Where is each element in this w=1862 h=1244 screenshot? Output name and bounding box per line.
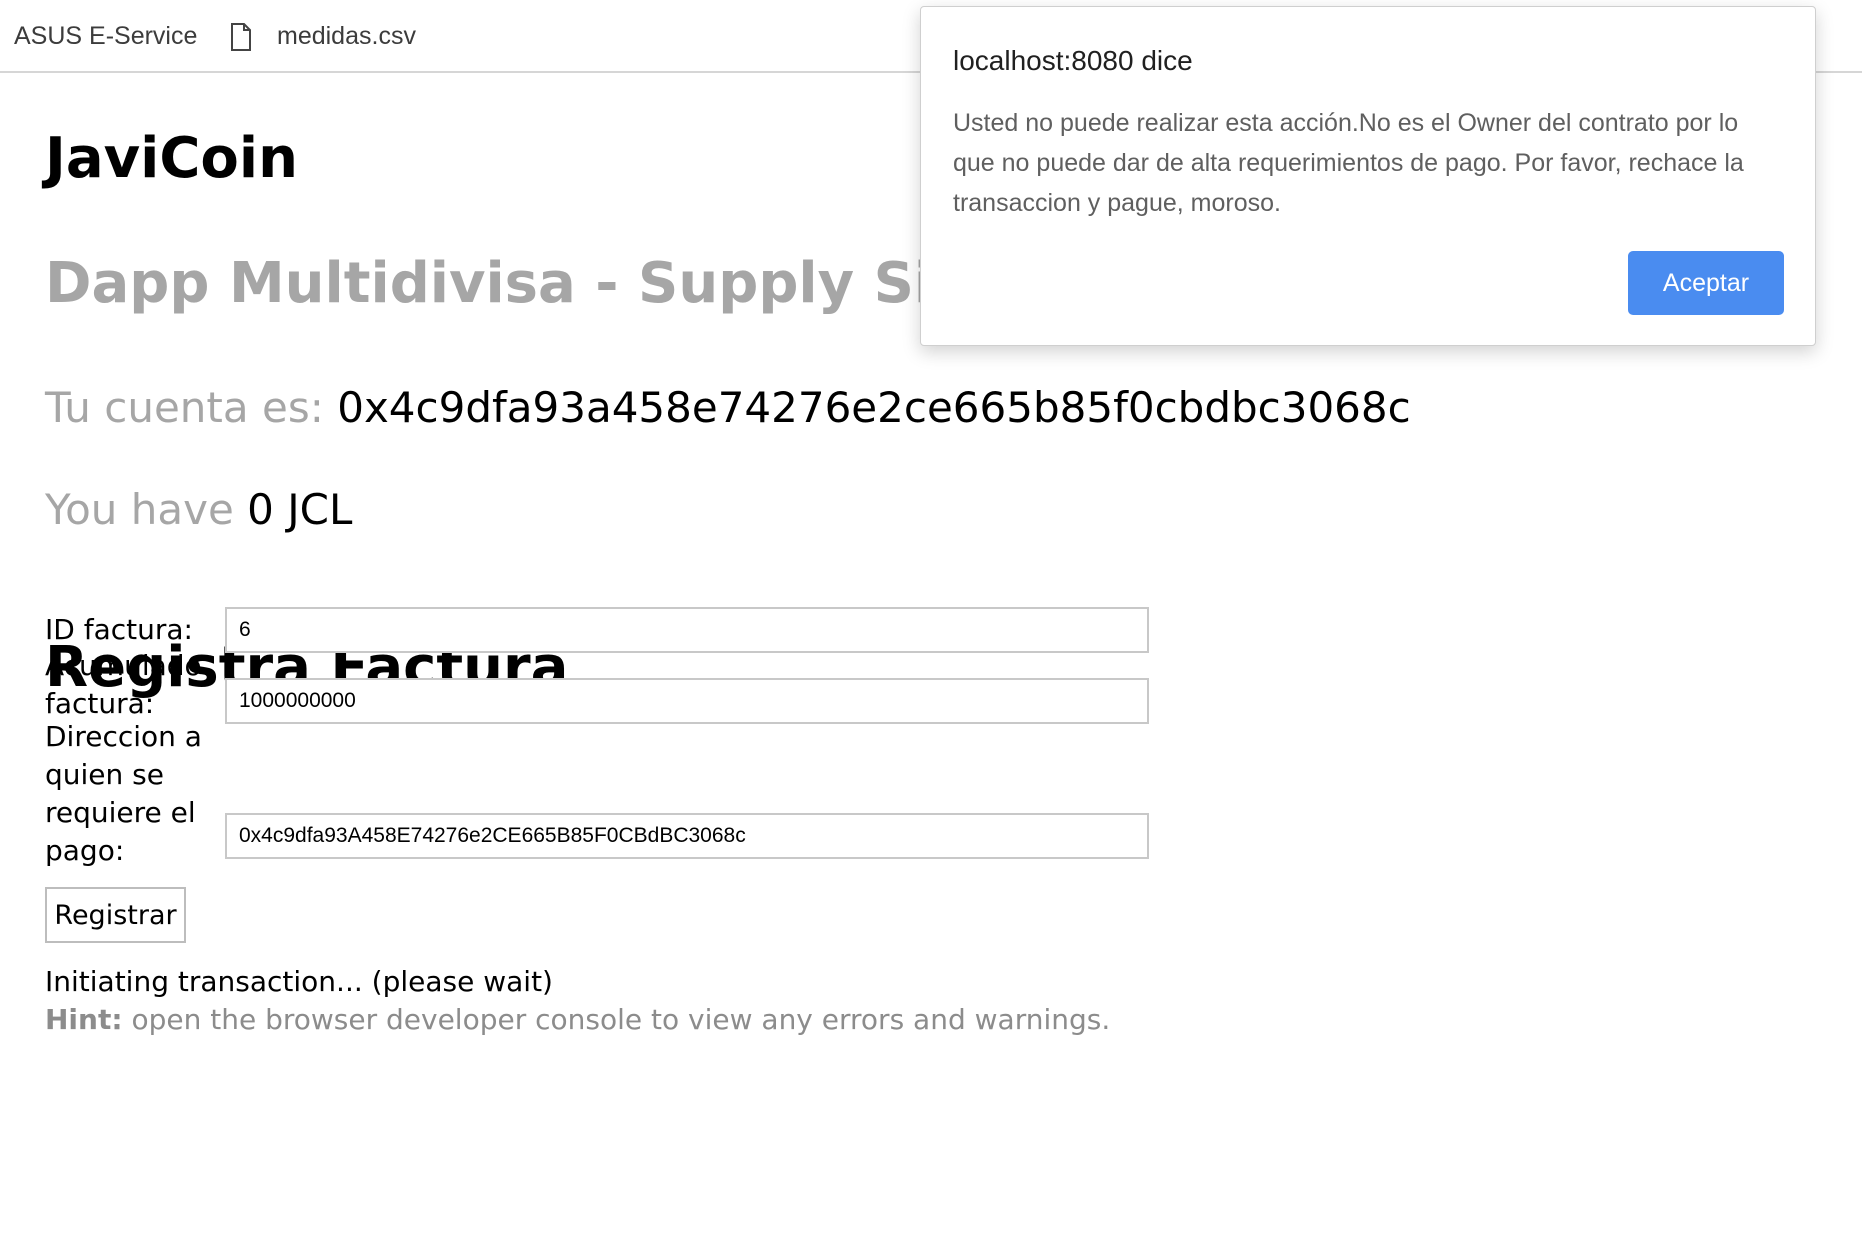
hint-text: open the browser developer console to vi… xyxy=(122,1003,1111,1036)
id-factura-label: ID factura: xyxy=(45,613,193,646)
account-label: Tu cuenta es: xyxy=(45,383,324,432)
balance-label: You have xyxy=(45,485,234,534)
direccion-pago-label: Direccion a quien se requiere el pago: xyxy=(45,720,202,867)
aceptar-button[interactable]: Aceptar xyxy=(1628,251,1784,315)
bookmark-asus-eservice[interactable]: ASUS E-Service xyxy=(14,22,197,51)
status-message: Initiating transaction... (please wait) xyxy=(45,965,553,998)
bookmark-label: ASUS E-Service xyxy=(14,22,198,50)
balance-value: 0 JCL xyxy=(247,485,353,534)
registrar-button[interactable]: Registrar xyxy=(45,887,186,943)
balance-line: You have 0 JCL xyxy=(45,485,352,534)
page-title: JaviCoin xyxy=(45,126,298,191)
hint-label: Hint: xyxy=(45,1003,123,1036)
page-subtitle: Dapp Multidivisa - Supply Side xyxy=(45,251,1012,316)
direccion-pago-input[interactable] xyxy=(225,813,1149,859)
account-address: 0x4c9dfa93a458e74276e2ce665b85f0cbdbc306… xyxy=(337,383,1411,432)
dialog-title: localhost:8080 dice xyxy=(953,45,1193,76)
alert-dialog: localhost:8080 dice Usted no puede reali… xyxy=(920,6,1816,346)
file-icon xyxy=(231,22,251,51)
acumulado-factura-label: Acumulado factura: xyxy=(45,649,202,720)
bookmark-medidas-csv[interactable]: medidas.csv xyxy=(230,22,416,51)
account-line: Tu cuenta es: 0x4c9dfa93a458e74276e2ce66… xyxy=(45,383,1411,432)
acumulado-factura-input[interactable] xyxy=(225,678,1149,724)
bookmark-label: medidas.csv xyxy=(277,22,416,50)
dialog-message: Usted no puede realizar esta acción.No e… xyxy=(953,109,1744,217)
id-factura-input[interactable] xyxy=(225,607,1149,653)
hint-line: Hint: open the browser developer console… xyxy=(45,1001,1110,1039)
